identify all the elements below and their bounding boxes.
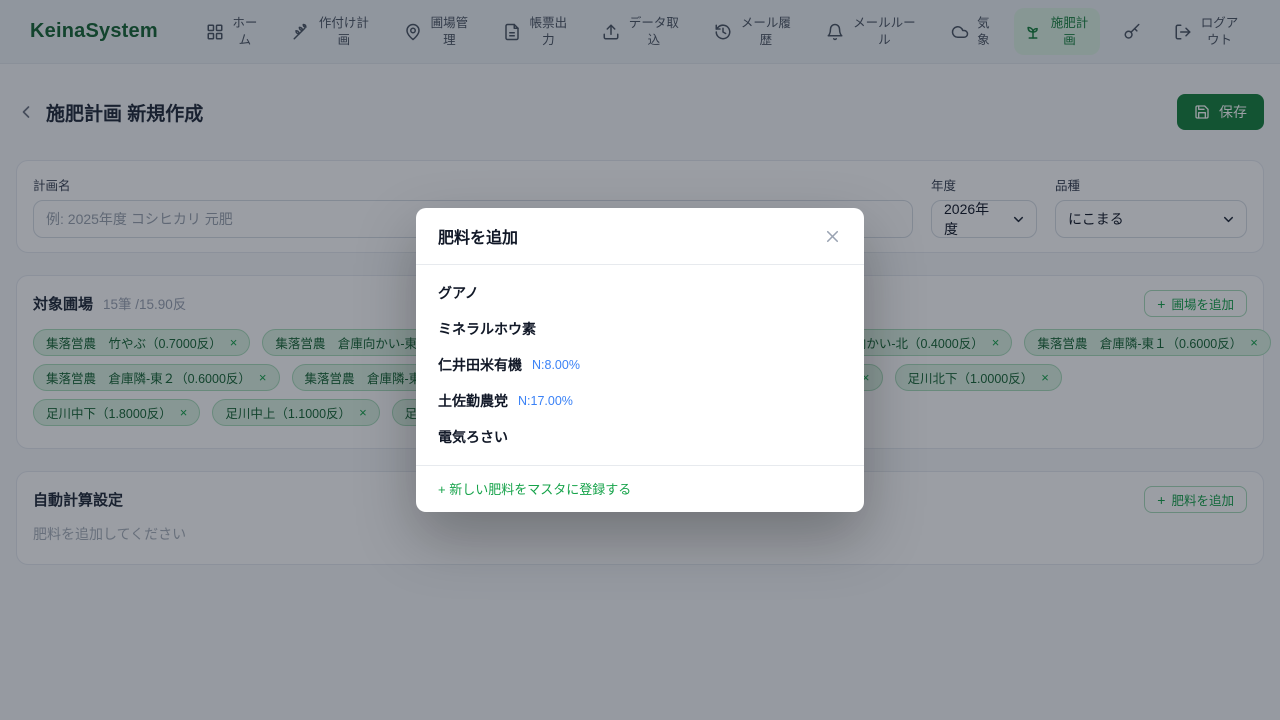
register-new-fertilizer-link[interactable]: + 新しい肥料をマスタに登録する (438, 479, 631, 498)
modal-close-button[interactable] (823, 227, 842, 246)
fertilizer-name: ミネラルホウ素 (438, 319, 536, 339)
fertilizer-option[interactable]: 電気ろさい (416, 419, 864, 455)
modal-title: 肥料を追加 (438, 224, 518, 248)
fertilizer-option[interactable]: ミネラルホウ素 (416, 311, 864, 347)
fertilizer-n-value: N:17.00% (518, 394, 573, 408)
fertilizer-n-value: N:8.00% (532, 358, 580, 372)
fertilizer-list: グアノ ミネラルホウ素 仁井田米有機 N:8.00% 土佐勤農党 N:17.00… (416, 265, 864, 465)
modal-footer: + 新しい肥料をマスタに登録する (416, 465, 864, 511)
fertilizer-name: 仁井田米有機 (438, 355, 522, 375)
fertilizer-option[interactable]: 土佐勤農党 N:17.00% (416, 383, 864, 419)
fertilizer-option[interactable]: グアノ (416, 275, 864, 311)
modal-header: 肥料を追加 (416, 208, 864, 265)
fertilizer-name: 土佐勤農党 (438, 391, 508, 411)
fertilizer-name: グアノ (438, 283, 479, 303)
add-fertilizer-modal: 肥料を追加 グアノ ミネラルホウ素 仁井田米有機 N:8.00% 土佐勤農党 N… (416, 208, 864, 512)
fertilizer-option[interactable]: 仁井田米有機 N:8.00% (416, 347, 864, 383)
fertilizer-name: 電気ろさい (438, 427, 508, 447)
close-icon (823, 227, 842, 246)
